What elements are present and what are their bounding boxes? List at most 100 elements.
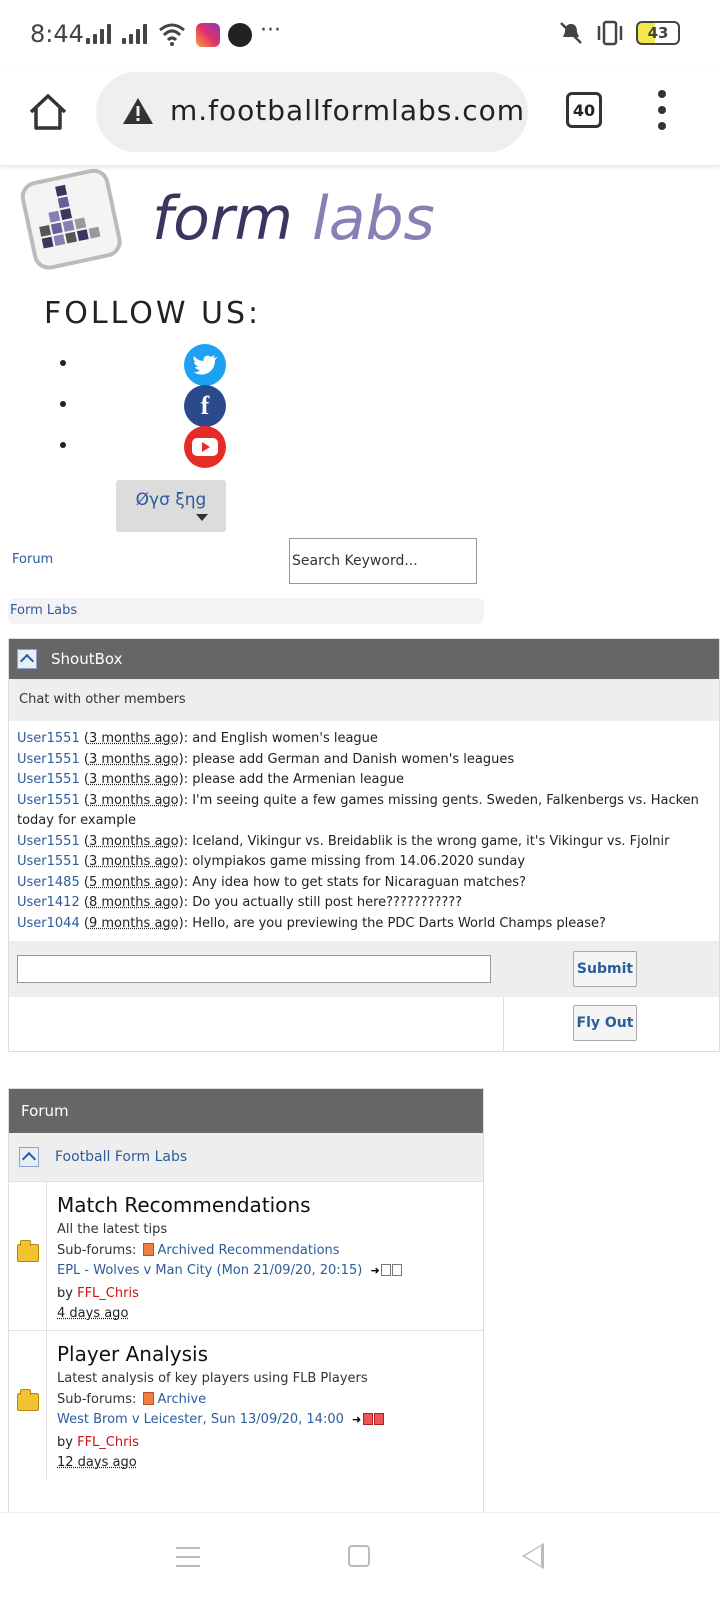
system-nav-bar xyxy=(0,1512,720,1600)
status-bar: 8:44 ··· 43 xyxy=(0,0,720,70)
shout-time: 3 months ago xyxy=(88,751,179,767)
instagram-icon xyxy=(196,23,220,47)
breadcrumb-form-labs[interactable]: Form Labs xyxy=(10,603,77,618)
shout-user[interactable]: User1551 xyxy=(17,793,80,808)
collapse-icon[interactable] xyxy=(19,1147,39,1167)
facebook-icon[interactable]: f xyxy=(184,385,226,427)
shout-user[interactable]: User1551 xyxy=(17,752,80,767)
recent-apps-icon[interactable] xyxy=(176,1547,200,1567)
breadcrumb: Form Labs xyxy=(8,598,484,624)
home-nav-icon[interactable] xyxy=(348,1545,370,1567)
divider xyxy=(503,997,504,1051)
shout-time: 8 months ago xyxy=(88,895,179,910)
more-notifications-icon: ··· xyxy=(260,18,281,43)
shout-text: please add German and Danish women's lea… xyxy=(192,751,515,767)
shout-time: 3 months ago xyxy=(88,772,179,787)
shout-text: olympiakos game missing from 14.06.2020 … xyxy=(192,854,526,869)
caret-down-icon xyxy=(196,514,208,521)
forum-title[interactable]: Player Analysis xyxy=(57,1339,477,1369)
subforum-link[interactable]: Archived Recommendations xyxy=(158,1243,340,1258)
shout-text: Do you actually still post here?????????… xyxy=(192,895,463,910)
document-new-icon[interactable] xyxy=(374,1413,385,1425)
youtube-icon[interactable] xyxy=(184,426,226,468)
by-label: by xyxy=(57,1434,73,1450)
last-post-link[interactable]: EPL - Wolves v Man City (Mon 21/09/20, 2… xyxy=(57,1263,362,1278)
shout-user[interactable]: User1551 xyxy=(17,731,80,746)
signal-icon xyxy=(86,24,111,44)
category-link[interactable]: Football Form Labs xyxy=(55,1149,187,1165)
document-icon[interactable] xyxy=(363,1413,374,1425)
list-bullet xyxy=(60,401,66,407)
post-time: 4 days ago xyxy=(57,1306,129,1321)
forum-row: Match Recommendations All the latest tip… xyxy=(9,1181,483,1330)
forum-nav-link[interactable]: Forum xyxy=(12,552,53,567)
forum-title[interactable]: Match Recommendations xyxy=(57,1190,477,1220)
post-author[interactable]: FFL_Chris xyxy=(77,1435,139,1450)
logo-text: form labs xyxy=(152,184,435,254)
social-item-youtube xyxy=(60,426,260,468)
social-links: f xyxy=(60,344,260,468)
social-item-facebook: f xyxy=(60,385,260,427)
shoutbox-header: ShoutBox xyxy=(9,639,719,679)
arrow-right-icon[interactable] xyxy=(352,1410,362,1431)
subforum-icon xyxy=(142,1242,154,1256)
forum-description: Latest analysis of key players using FLB… xyxy=(57,1371,368,1386)
document-icon[interactable] xyxy=(381,1264,392,1276)
collapse-icon[interactable] xyxy=(17,649,37,669)
url-text[interactable]: m.footballformlabs.com xyxy=(170,94,525,127)
shout-user[interactable]: User1044 xyxy=(17,916,80,931)
wifi-icon xyxy=(159,23,185,46)
warning-icon[interactable] xyxy=(122,96,154,126)
browser-menu-icon[interactable] xyxy=(654,90,670,130)
arrow-right-icon[interactable] xyxy=(370,1261,380,1282)
shout-input[interactable] xyxy=(17,955,491,983)
shout-time: 3 months ago xyxy=(88,792,179,808)
shout-user[interactable]: User1551 xyxy=(17,772,80,787)
back-icon[interactable] xyxy=(522,1543,544,1569)
home-icon[interactable] xyxy=(26,90,70,134)
shout-user[interactable]: User1551 xyxy=(17,854,80,869)
reddit-icon xyxy=(228,23,252,47)
shout-time: 3 months ago xyxy=(88,854,179,869)
shout-user[interactable]: User1412 xyxy=(17,895,80,910)
fly-out-button[interactable]: Fly Out xyxy=(573,1005,637,1041)
forum-description: All the latest tips xyxy=(57,1222,168,1237)
shout-text: Hello, are you previewing the PDC Darts … xyxy=(192,915,606,931)
post-time: 12 days ago xyxy=(57,1455,137,1470)
subforum-link[interactable]: Archive xyxy=(158,1392,207,1407)
logo-word-form: form xyxy=(152,184,293,254)
shout-user[interactable]: User1551 xyxy=(17,834,80,849)
shout-time: 5 months ago xyxy=(88,874,179,890)
go-to-post-icons[interactable] xyxy=(370,1261,403,1284)
subforum-icon xyxy=(142,1391,154,1405)
subforums: Sub-forums: Archived Recommendations xyxy=(57,1241,477,1262)
shoutbox-title: ShoutBox xyxy=(51,650,123,668)
subforums-label: Sub-forums: xyxy=(57,1242,137,1258)
mute-icon xyxy=(560,22,582,44)
tab-switcher-button[interactable]: 40 xyxy=(566,92,602,128)
shoutbox-messages: User1551 (3 months ago): and English wom… xyxy=(9,721,719,934)
logo-mark-icon xyxy=(20,168,122,270)
shout-message: User1551 (3 months ago): Iceland, Viking… xyxy=(17,833,670,849)
vibrate-icon xyxy=(597,20,623,46)
shoutbox: ShoutBox Chat with other members User155… xyxy=(8,638,720,1052)
follow-us-heading: FOLLOW US: xyxy=(44,296,262,331)
address-bar[interactable]: m.footballformlabs.com xyxy=(96,72,528,152)
language-select-button[interactable]: Øγσ ξηg xyxy=(116,480,226,532)
go-to-post-icons[interactable] xyxy=(352,1410,385,1433)
browser-toolbar: m.footballformlabs.com 40 xyxy=(0,70,720,166)
web-page: form labs FOLLOW US: f Øγσ ξηg Forum Sea… xyxy=(0,166,720,1512)
document-new-icon[interactable] xyxy=(392,1264,403,1276)
shout-message: User1485 (5 months ago): Any idea how to… xyxy=(17,874,526,890)
last-post-link[interactable]: West Brom v Leicester, Sun 13/09/20, 14:… xyxy=(57,1412,344,1427)
shout-time: 3 months ago xyxy=(88,731,179,746)
shout-message: User1551 (3 months ago): please add Germ… xyxy=(17,751,515,767)
search-input[interactable]: Search Keyword... xyxy=(289,538,477,584)
shout-text: please add the Armenian league xyxy=(192,772,404,787)
submit-button[interactable]: Submit xyxy=(573,951,637,987)
shoutbox-footer: Fly Out xyxy=(9,997,719,1051)
twitter-icon[interactable] xyxy=(184,344,226,386)
post-author[interactable]: FFL_Chris xyxy=(77,1286,139,1301)
shout-message: User1551 (3 months ago): I'm seeing quit… xyxy=(17,792,699,829)
shout-user[interactable]: User1485 xyxy=(17,875,80,890)
